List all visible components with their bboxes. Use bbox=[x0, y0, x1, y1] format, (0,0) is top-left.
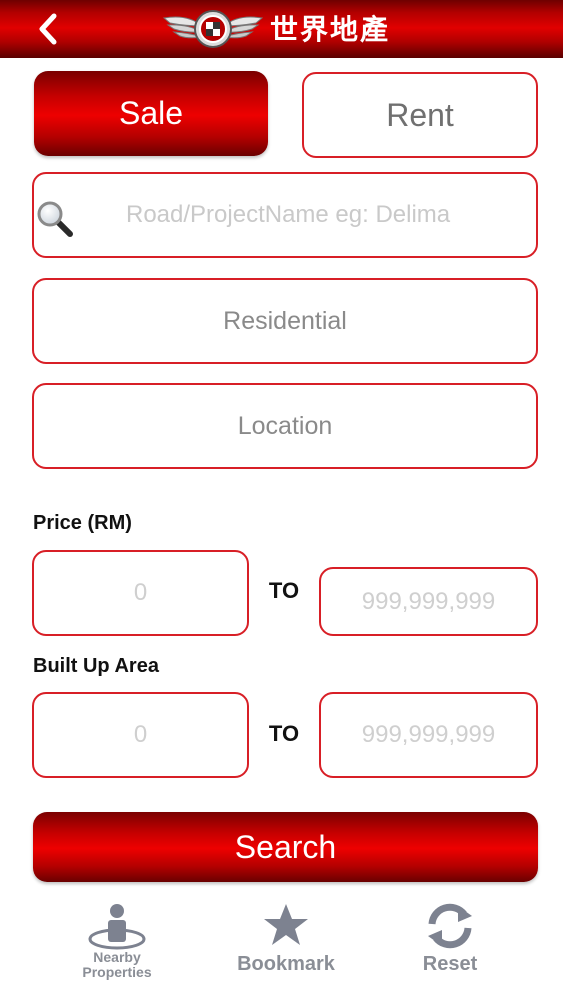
person-pin-icon bbox=[88, 904, 146, 950]
area-min-input[interactable] bbox=[34, 694, 247, 776]
back-button[interactable] bbox=[30, 9, 74, 49]
tab-bookmark[interactable]: Bookmark bbox=[226, 900, 346, 1000]
header-bar: 世界地產 bbox=[0, 0, 563, 58]
area-to-label: TO bbox=[268, 721, 300, 746]
search-input[interactable] bbox=[126, 194, 526, 236]
search-button[interactable]: Search bbox=[33, 812, 538, 882]
area-min-field[interactable] bbox=[32, 692, 249, 778]
price-label: Price (RM) bbox=[33, 512, 132, 534]
bottom-tab-bar: Nearby Properties Bookmark Reset bbox=[0, 900, 563, 1000]
area-max-input[interactable] bbox=[321, 694, 536, 776]
tab-nearby-label-line1: Nearby bbox=[93, 949, 141, 965]
area-max-field[interactable] bbox=[319, 692, 538, 778]
winged-emblem-logo bbox=[162, 10, 264, 48]
price-to-label: TO bbox=[268, 578, 300, 603]
tab-reset-label: Reset bbox=[422, 953, 478, 975]
tab-reset[interactable]: Reset bbox=[400, 900, 500, 1000]
star-icon bbox=[264, 904, 308, 945]
price-max-input[interactable] bbox=[321, 569, 536, 634]
price-min-field[interactable] bbox=[32, 550, 249, 636]
tab-nearby-label-line2: Properties bbox=[82, 964, 152, 980]
property-type-select[interactable]: Residential bbox=[32, 278, 538, 364]
rent-tab-button[interactable]: Rent bbox=[302, 72, 538, 158]
chevron-left-icon bbox=[39, 13, 57, 45]
tab-bookmark-label: Bookmark bbox=[237, 953, 335, 975]
search-field[interactable] bbox=[32, 172, 538, 258]
built-up-area-label: Built Up Area bbox=[33, 655, 159, 677]
search-icon bbox=[37, 201, 73, 237]
sale-tab-button[interactable]: Sale bbox=[34, 71, 268, 156]
tab-nearby-properties[interactable]: Nearby Properties bbox=[64, 900, 170, 1000]
price-min-input[interactable] bbox=[34, 552, 247, 634]
location-select[interactable]: Location bbox=[32, 383, 538, 469]
price-max-field[interactable] bbox=[319, 567, 538, 636]
refresh-icon bbox=[428, 903, 472, 949]
app-title: 世界地產 bbox=[270, 13, 391, 46]
